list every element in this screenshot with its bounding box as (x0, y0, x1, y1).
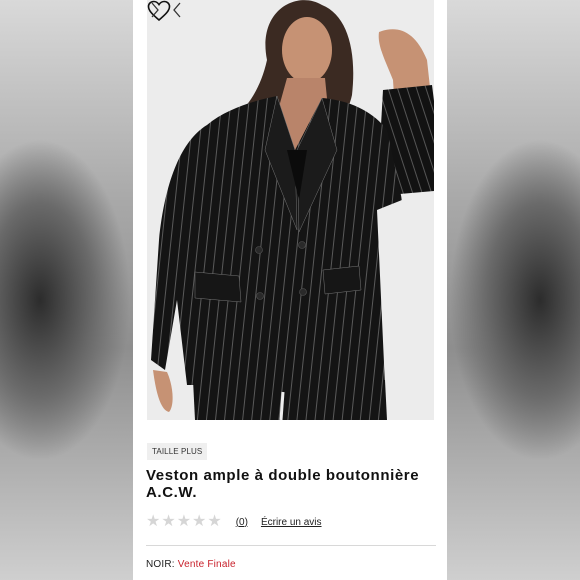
product-image-carousel[interactable] (147, 0, 434, 420)
review-count-link[interactable]: (0) (236, 517, 248, 528)
chevron-right-icon[interactable] (147, 0, 163, 20)
rating-row: ★ ★ ★ ★ ★ (0) Écrire un avis (146, 513, 322, 531)
color-info: NOIR: Vente Finale (146, 559, 236, 570)
chevron-left-icon[interactable] (169, 0, 185, 20)
star-icon: ★ (176, 513, 192, 530)
write-review-link[interactable]: Écrire un avis (261, 517, 322, 528)
color-label: NOIR: (146, 559, 175, 570)
divider (146, 545, 436, 546)
star-icon: ★ (192, 513, 207, 530)
star-icon: ★ (207, 513, 222, 530)
product-photo (147, 0, 434, 420)
star-icon: ★ (161, 513, 176, 530)
star-icon: ★ (146, 513, 161, 530)
plus-size-badge: TAILLE PLUS (147, 443, 208, 460)
product-title: Veston ample à double boutonnière A.C.W. (146, 467, 420, 501)
final-sale-label: Vente Finale (177, 559, 236, 570)
star-rating: ★ ★ ★ ★ ★ (146, 514, 222, 530)
product-page: TAILLE PLUS Veston ample à double bouton… (133, 0, 447, 580)
